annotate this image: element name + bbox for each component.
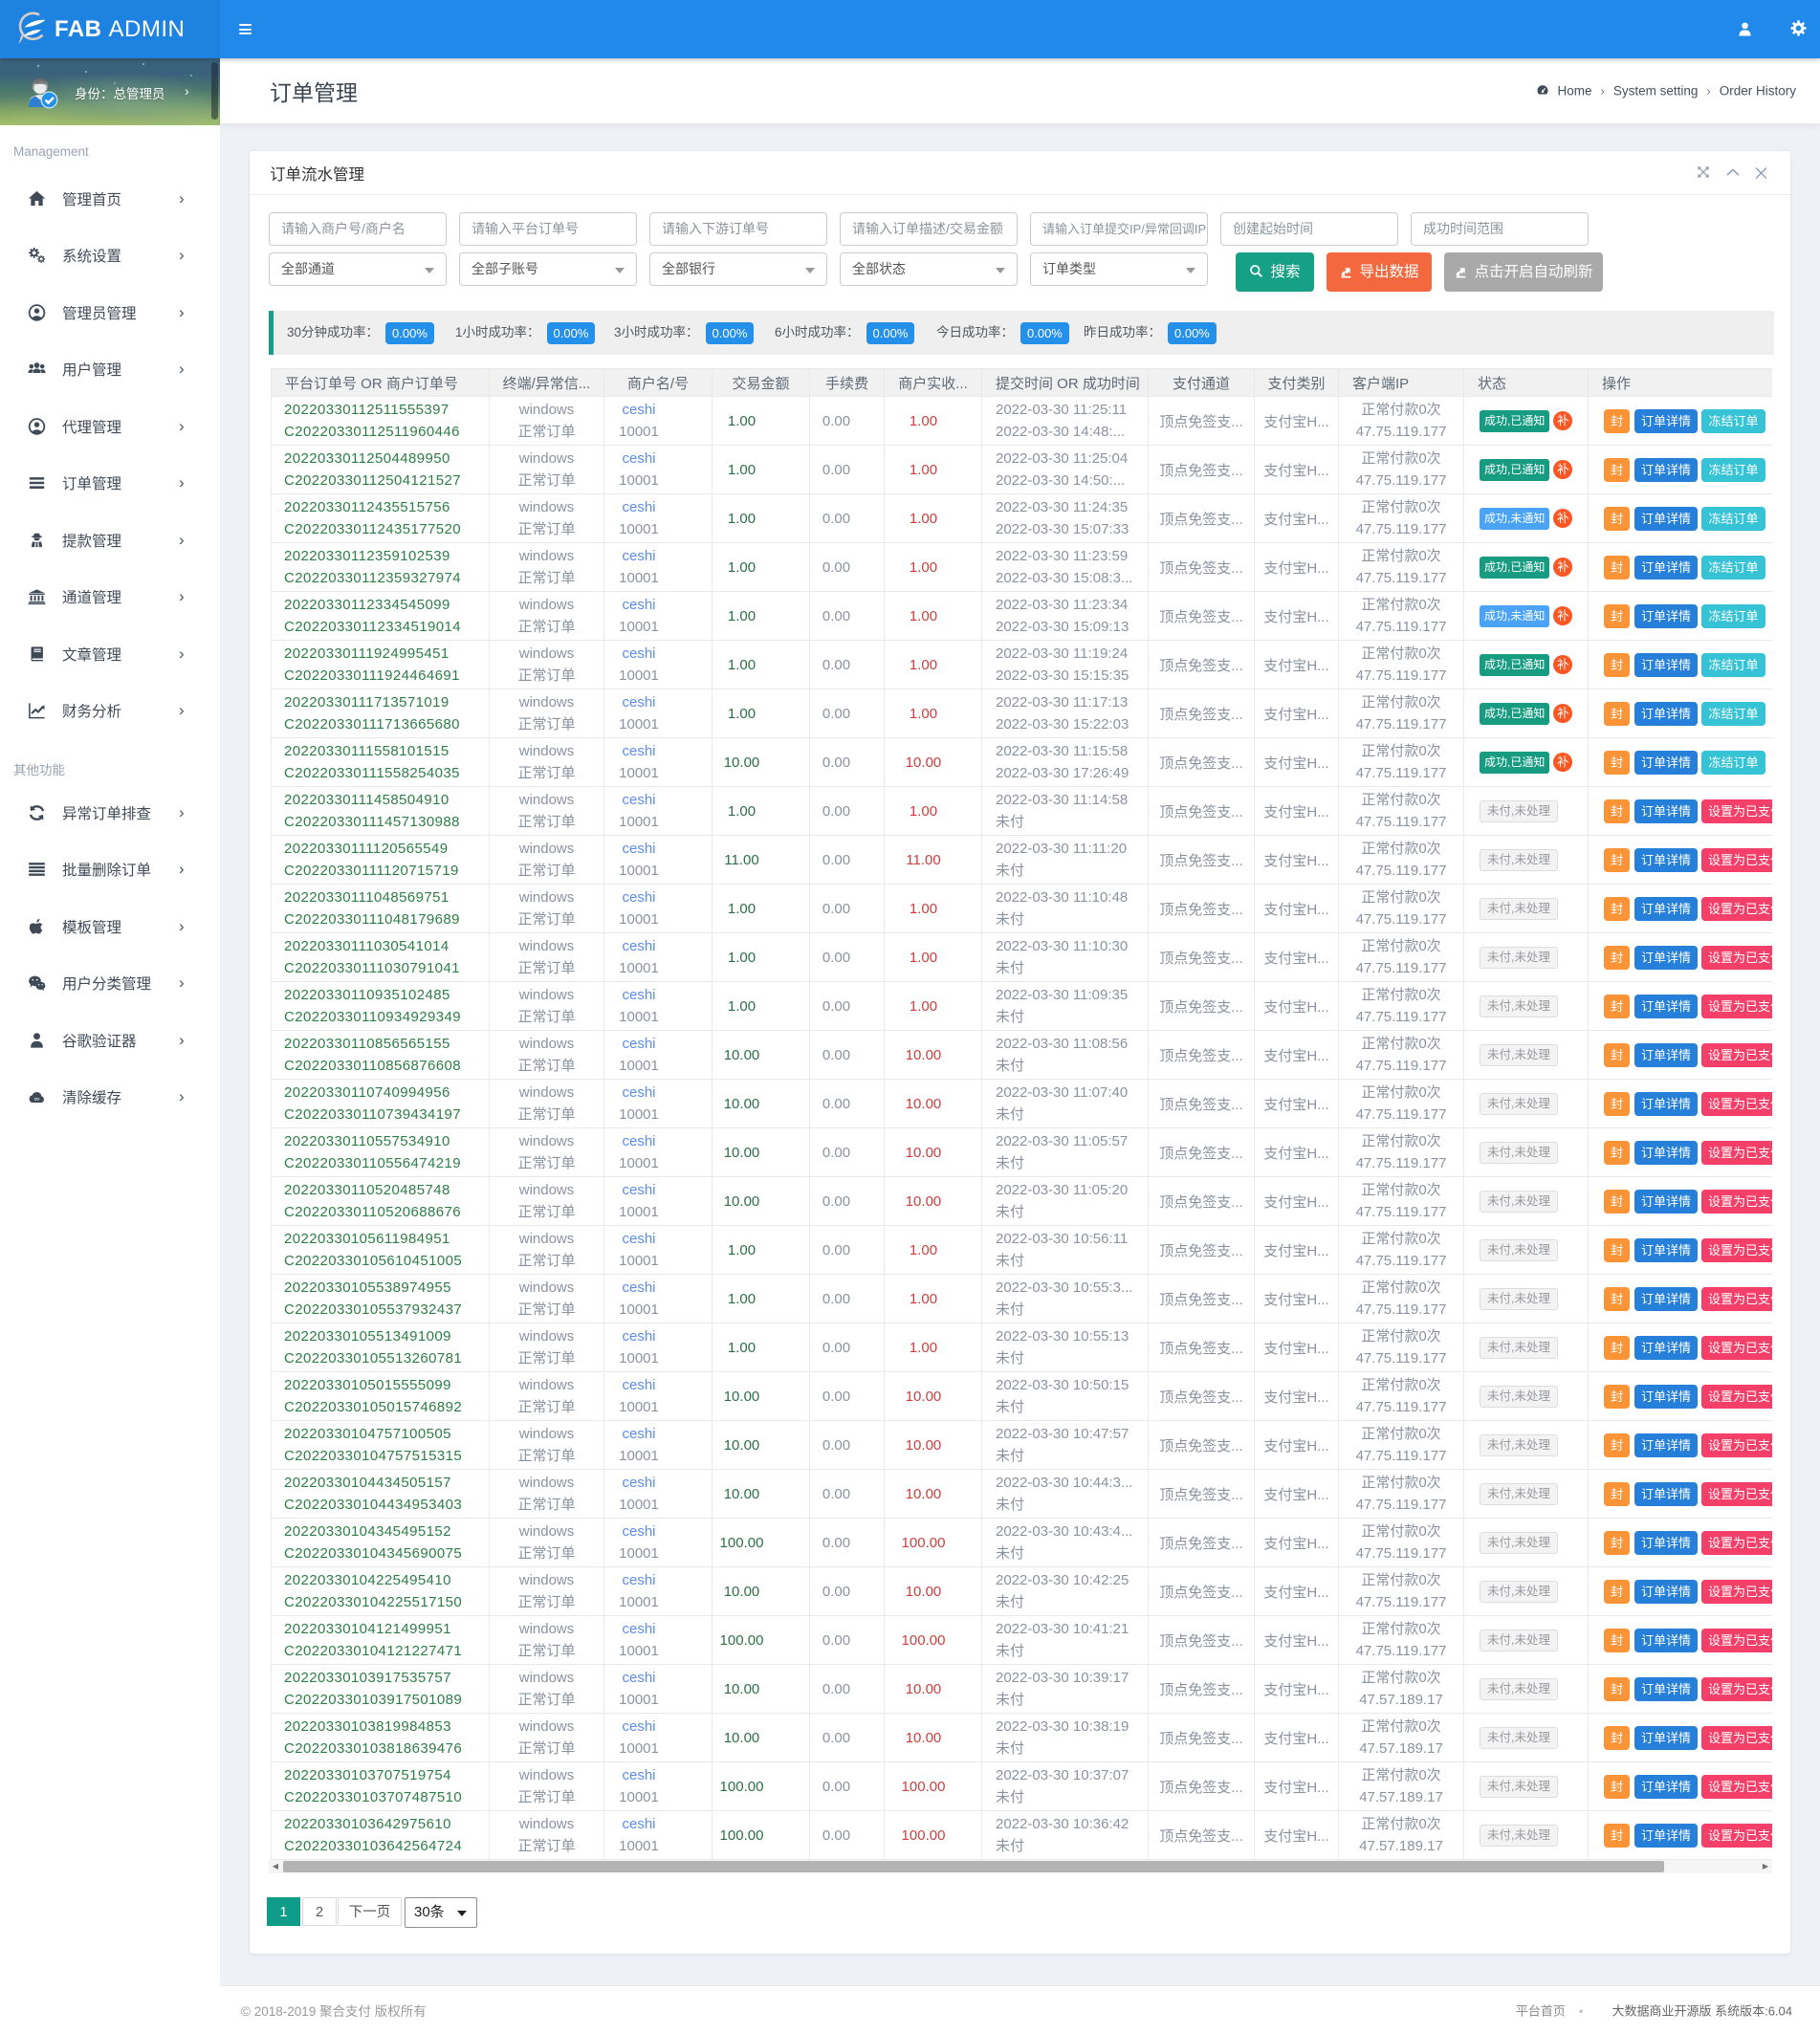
svg-text:∞: ∞ (34, 1095, 40, 1104)
